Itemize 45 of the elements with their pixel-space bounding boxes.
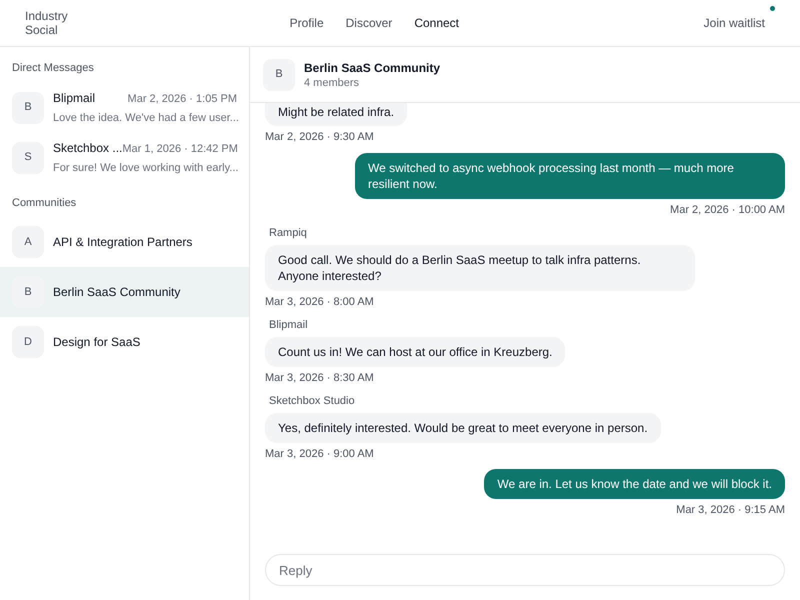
message-bubble: Count us in! We can host at our office in Kreuzberg. [265, 336, 566, 366]
message-bubble: Good call. We should do a Berlin SaaS meetup to talk infra patterns. Anyone interested? [265, 244, 695, 290]
sender-name: Blipmail [268, 318, 309, 333]
section-heading: Direct Messages [11, 61, 95, 76]
community-item[interactable]: A API & Integration Partners [0, 217, 249, 267]
community-item[interactable]: D Design for SaaS [0, 317, 249, 367]
reply-field[interactable]: Reply [265, 554, 785, 586]
community-name: Design for SaaS [53, 334, 140, 351]
conversation-item[interactable]: B Blipmail Mar 2, 2026 · 1:05 PM Love the idea. We've had a few user... [0, 82, 249, 132]
message-preview: Love the idea. We've had a few user... [53, 111, 237, 126]
join-waitlist-link[interactable]: Join waitlist [704, 16, 775, 30]
avatar: B [12, 92, 44, 124]
community-avatar: B [263, 58, 295, 90]
chat-title: Berlin SaaS Community [304, 60, 440, 76]
brand-name[interactable]: Industry Social [25, 9, 85, 37]
message-bubble: We switched to async webhook processing last month — much more resilient now. [355, 152, 785, 198]
message-time: Mar 2, 2026 · 9:30 AM [265, 130, 374, 145]
community-name: Berlin SaaS Community [53, 284, 180, 301]
message-bubble: Yes, definitely interested. Would be great to meet everyone in person. [265, 412, 661, 442]
message-time: Mar 3, 2026 · 8:30 AM [265, 370, 374, 386]
member-count: 4 members [304, 76, 360, 90]
message-preview: For sure! We love working with early... [53, 161, 237, 176]
message-time: Mar 3, 2026 · 8:00 AM [265, 294, 374, 310]
avatar: S [12, 142, 44, 174]
message-bubble: Might be related infra. [265, 103, 408, 126]
sender-name: Sketchbox Studio [268, 394, 356, 409]
community-item[interactable]: B Berlin SaaS Community [0, 267, 249, 317]
section-heading: Communities [11, 196, 78, 210]
message-time: Mar 2, 2026 · 1:05 PM [128, 92, 237, 106]
message-bubble: We are in. Let us know the date and we will block it. [484, 469, 785, 499]
conversation-item[interactable]: S Sketchbox ...Mar 1, 2026 · 12:42 PM For sure! We love working with early... [0, 132, 249, 182]
message-time: Mar 3, 2026 · 9:00 AM [265, 446, 374, 462]
message-time: Mar 2, 2026 · 10:00 AM [670, 202, 785, 218]
nav-link[interactable]: Discover [346, 14, 392, 32]
avatar: A [12, 226, 44, 258]
message-time: Mar 3, 2026 · 9:15 AM [676, 503, 785, 518]
avatar: D [12, 326, 44, 358]
message-time: Mar 1, 2026 · 12:42 PM [122, 142, 238, 156]
nav-link[interactable]: Profile [290, 14, 324, 32]
sender-name: Rampiq [268, 226, 308, 241]
avatar: B [12, 276, 44, 308]
contact-name: Blipmail [53, 90, 96, 106]
community-name: API & Integration Partners [53, 234, 192, 251]
contact-name: Sketchbox ... [53, 140, 122, 156]
nav-link[interactable]: Connect [414, 14, 460, 32]
